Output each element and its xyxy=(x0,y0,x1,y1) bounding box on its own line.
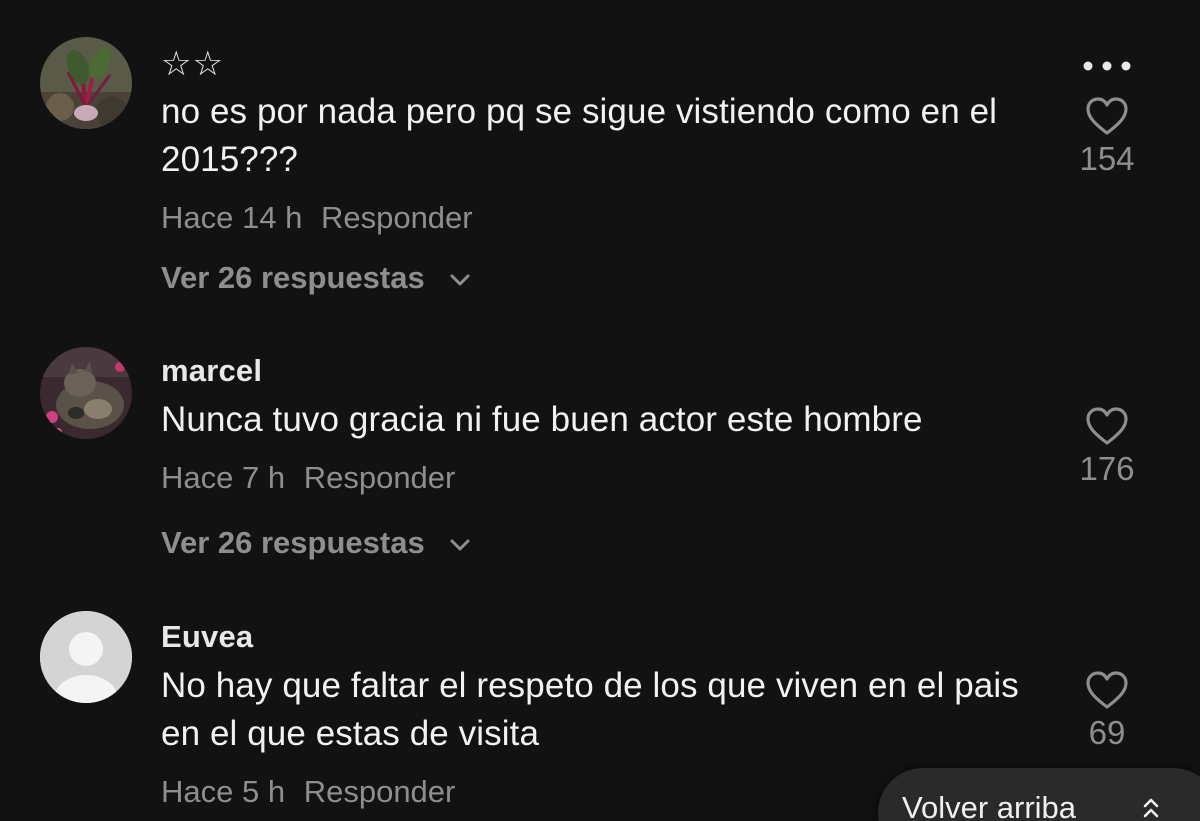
like-count: 154 xyxy=(1079,140,1135,177)
like-button[interactable]: 154 xyxy=(1067,96,1147,178)
view-replies-label: Ver 26 respuestas xyxy=(161,260,425,295)
comment-time: Hace 7 h xyxy=(161,460,286,495)
avatar[interactable] xyxy=(40,611,132,703)
comment-meta: Hace 5 h Responder xyxy=(161,774,483,810)
comment-username[interactable]: Euvea xyxy=(161,619,253,655)
comment-text: No hay que faltar el respeto de los que … xyxy=(161,666,1019,753)
heart-icon xyxy=(1086,407,1128,445)
view-replies-label: Ver 26 respuestas xyxy=(161,525,425,560)
like-button[interactable]: 176 xyxy=(1067,406,1147,488)
comment-time: Hace 14 h xyxy=(161,200,303,235)
heart-icon xyxy=(1086,671,1128,709)
back-to-top-button[interactable]: Volver arriba xyxy=(878,768,1200,821)
avatar[interactable] xyxy=(40,37,132,129)
comment-time: Hace 5 h xyxy=(161,774,286,809)
view-replies-button[interactable]: Ver 26 respuestas xyxy=(161,260,471,296)
chevron-down-icon xyxy=(450,539,470,551)
view-replies-button[interactable]: Ver 26 respuestas xyxy=(161,525,471,561)
heart-icon xyxy=(1086,97,1128,135)
cat-photo-avatar-icon xyxy=(40,347,132,439)
comment-meta: Hace 14 h Responder xyxy=(161,200,501,236)
plant-photo-avatar-icon xyxy=(40,37,132,129)
reply-button[interactable]: Responder xyxy=(304,774,456,809)
back-to-top-label: Volver arriba xyxy=(902,790,1077,821)
default-user-avatar-icon xyxy=(40,611,132,703)
like-count: 69 xyxy=(1088,714,1126,751)
comment-text: Nunca tuvo gracia ni fue buen actor este… xyxy=(161,400,923,439)
double-chevron-up-icon xyxy=(1143,798,1159,818)
avatar[interactable] xyxy=(40,347,132,439)
comment-meta: Hace 7 h Responder xyxy=(161,460,483,496)
like-count: 176 xyxy=(1079,450,1135,487)
like-button[interactable]: 69 xyxy=(1067,670,1147,752)
reply-button[interactable]: Responder xyxy=(321,200,473,235)
comment-username[interactable]: marcel xyxy=(161,353,262,389)
chevron-down-icon xyxy=(450,274,470,286)
comment-text: no es por nada pero pq se sigue vistiend… xyxy=(161,92,998,179)
comments-page: ☆☆ no es por nada pero pq se sigue visti… xyxy=(0,0,1200,821)
reply-button[interactable]: Responder xyxy=(304,460,456,495)
comment-username[interactable]: ☆☆ xyxy=(161,44,224,84)
more-options-icon[interactable] xyxy=(1078,56,1138,76)
